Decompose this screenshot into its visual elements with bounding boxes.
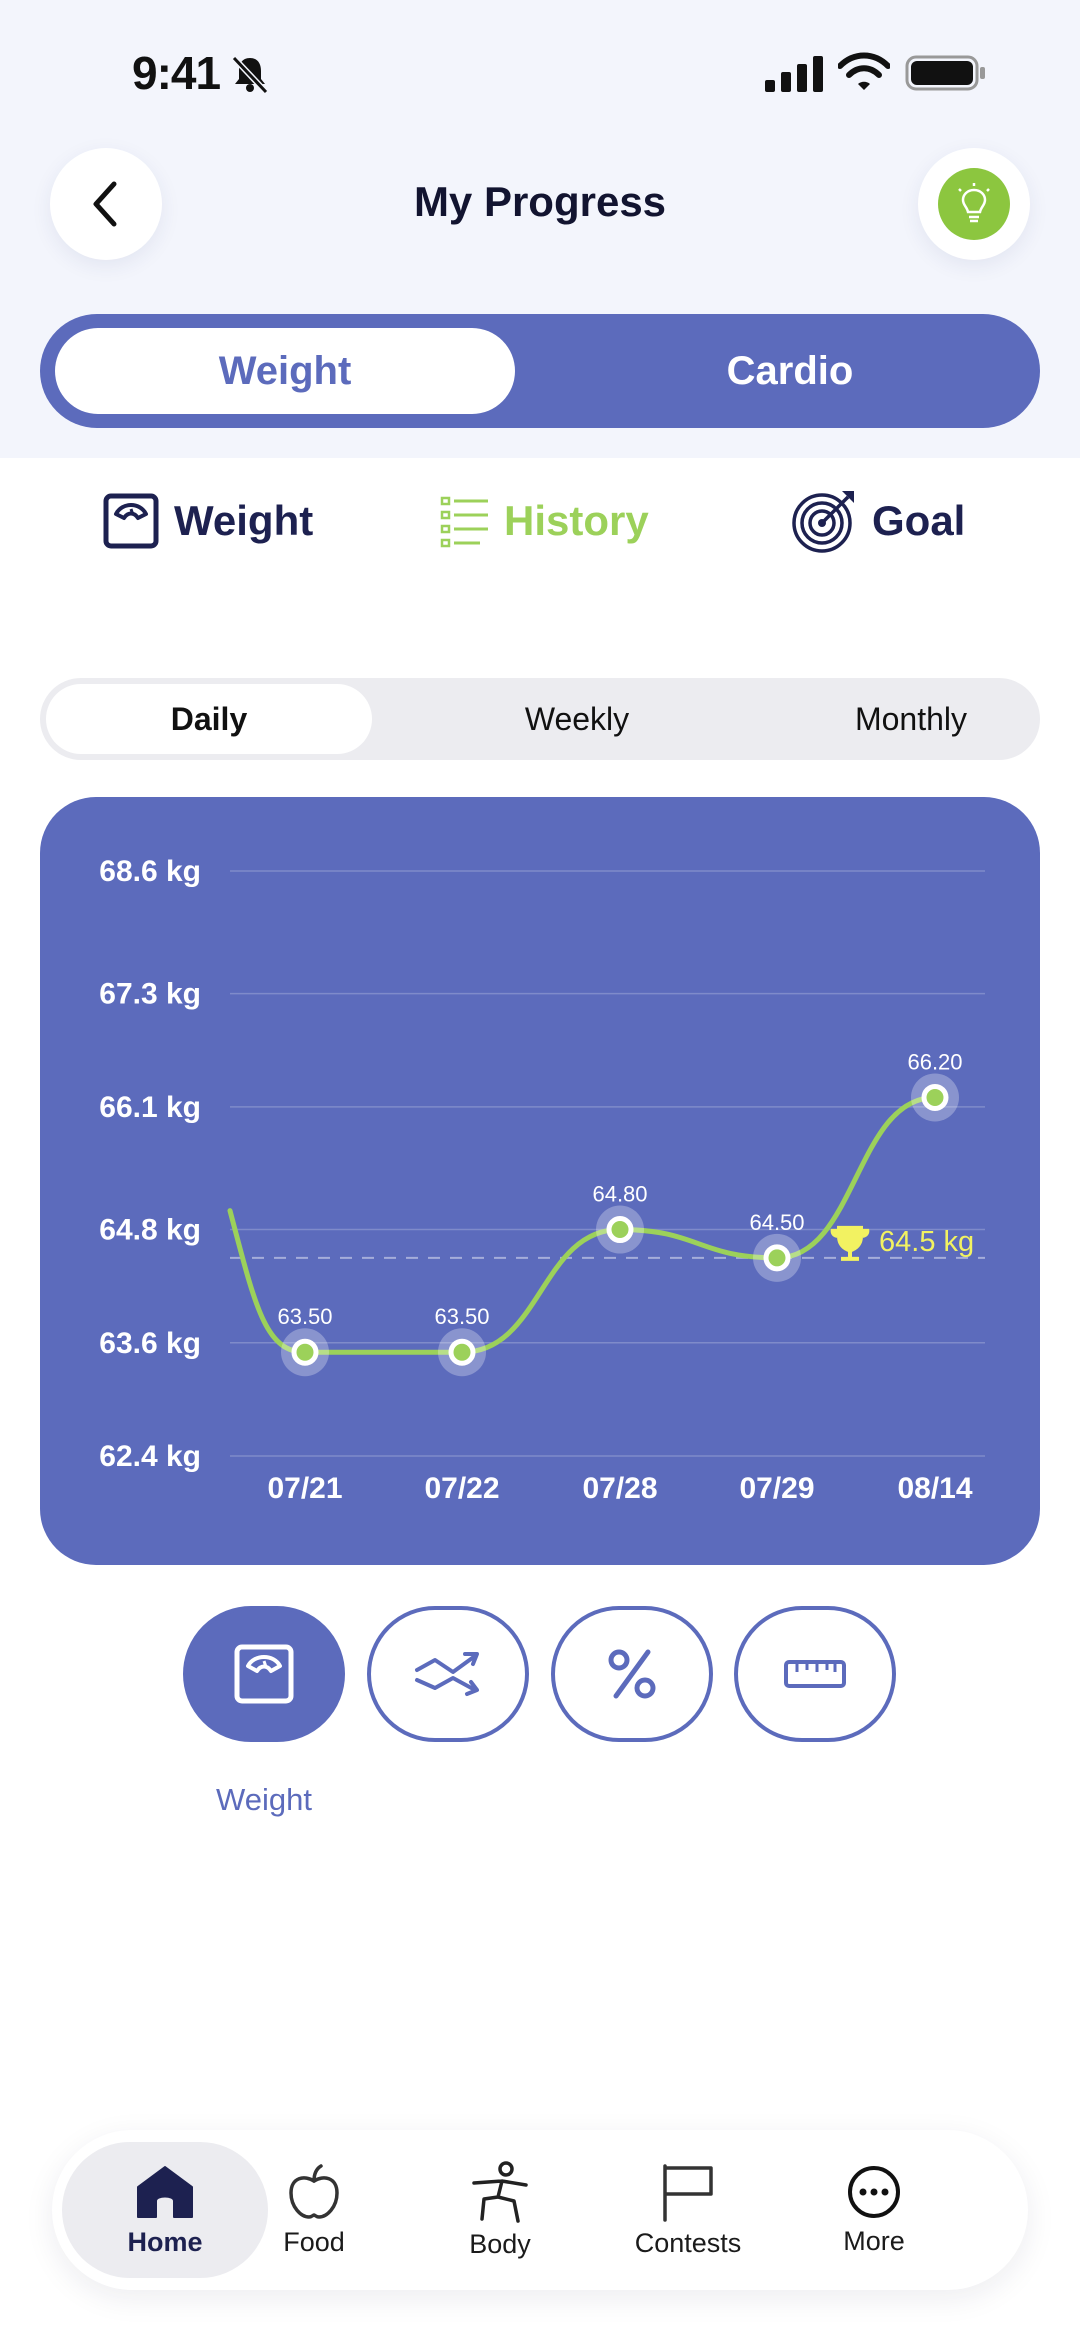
apple-icon <box>289 2163 339 2219</box>
data-label: 63.50 <box>277 1304 332 1329</box>
list-icon <box>440 496 488 548</box>
x-tick-label: 07/28 <box>582 1472 657 1505</box>
wifi-icon <box>838 52 890 90</box>
nav-body-label: Body <box>469 2228 531 2259</box>
period-daily[interactable]: Daily <box>46 684 372 754</box>
flag-icon <box>663 2163 713 2222</box>
y-tick-label: 67.3 kg <box>99 978 201 1011</box>
y-tick-label: 68.6 kg <box>99 855 201 888</box>
subtab-goal[interactable]: Goal <box>790 486 965 556</box>
battery-icon <box>905 55 985 91</box>
period-monthly[interactable]: Monthly <box>748 684 1074 754</box>
nav-contests-label: Contests <box>634 2227 742 2258</box>
x-tick-label: 08/14 <box>897 1472 972 1505</box>
subtab-weight-label: Weight <box>174 497 314 544</box>
metric-weight-button[interactable] <box>183 1606 345 1742</box>
tab-weight[interactable]: Weight <box>55 328 515 414</box>
data-point <box>921 1083 949 1111</box>
period-toggle: Daily Weekly Monthly <box>40 678 1040 760</box>
metric-percent-button[interactable] <box>551 1606 713 1742</box>
chart-svg: 68.6 kg 67.3 kg 66.1 kg 64.8 kg 63.6 kg 62.4 … <box>99 855 985 1505</box>
metric-trend-button[interactable] <box>367 1606 529 1742</box>
ruler-icon <box>784 1660 846 1688</box>
nav-home-label: Home <box>127 2226 203 2257</box>
data-label: 64.80 <box>592 1182 647 1207</box>
data-label: 64.50 <box>749 1210 804 1235</box>
x-tick-label: 07/21 <box>267 1472 342 1505</box>
bell-slash-icon <box>231 55 269 95</box>
trend-icon <box>415 1652 479 1696</box>
lightbulb-icon <box>958 183 990 223</box>
nav-body[interactable]: Body <box>410 2142 590 2278</box>
nav-contests[interactable]: Contests <box>598 2142 778 2278</box>
nav-food[interactable]: Food <box>224 2142 404 2278</box>
x-tick-label: 07/29 <box>739 1472 814 1505</box>
data-label: 63.50 <box>434 1304 489 1329</box>
data-label: 66.20 <box>907 1049 962 1074</box>
nav-more[interactable]: More <box>784 2142 964 2278</box>
subtab-history[interactable]: History <box>440 486 649 556</box>
x-tick-label: 07/22 <box>424 1472 499 1505</box>
series-line <box>227 1094 938 1355</box>
data-point <box>448 1338 476 1366</box>
data-point <box>606 1216 634 1244</box>
more-icon <box>848 2165 900 2218</box>
status-time: 9:41 <box>132 47 221 99</box>
goal-label: 64.5 kg <box>879 1226 974 1258</box>
y-tick-label: 66.1 kg <box>99 1091 201 1124</box>
home-icon <box>137 2165 193 2218</box>
metric-ruler-button[interactable] <box>734 1606 896 1742</box>
weight-chart: 68.6 kg 67.3 kg 66.1 kg 64.8 kg 63.6 kg 62.4 … <box>40 797 1040 1565</box>
body-icon <box>472 2160 528 2223</box>
scale-icon <box>234 1644 294 1704</box>
subtab-weight[interactable]: Weight <box>102 486 313 556</box>
subtab-goal-label: Goal <box>872 497 966 544</box>
y-tick-label: 63.6 kg <box>99 1327 201 1360</box>
y-tick-label: 62.4 kg <box>99 1440 201 1473</box>
weight-cardio-toggle: Weight Cardio <box>40 314 1040 428</box>
data-point <box>291 1338 319 1366</box>
period-weekly[interactable]: Weekly <box>414 684 740 754</box>
bottom-nav: Home Food Body Contests More <box>52 2130 1028 2290</box>
scale-icon <box>103 493 159 549</box>
signal-icon <box>765 56 823 92</box>
data-point <box>763 1244 791 1272</box>
trophy-icon <box>830 1225 870 1261</box>
tips-button[interactable] <box>918 148 1030 260</box>
percent-icon <box>608 1649 656 1699</box>
y-tick-label: 64.8 kg <box>99 1214 201 1247</box>
subtab-history-label: History <box>504 497 649 544</box>
target-icon <box>792 491 854 553</box>
nav-more-label: More <box>843 2225 905 2256</box>
tab-cardio[interactable]: Cardio <box>560 328 1020 414</box>
metric-selected-label: Weight <box>216 1782 312 1817</box>
nav-food-label: Food <box>283 2226 345 2257</box>
